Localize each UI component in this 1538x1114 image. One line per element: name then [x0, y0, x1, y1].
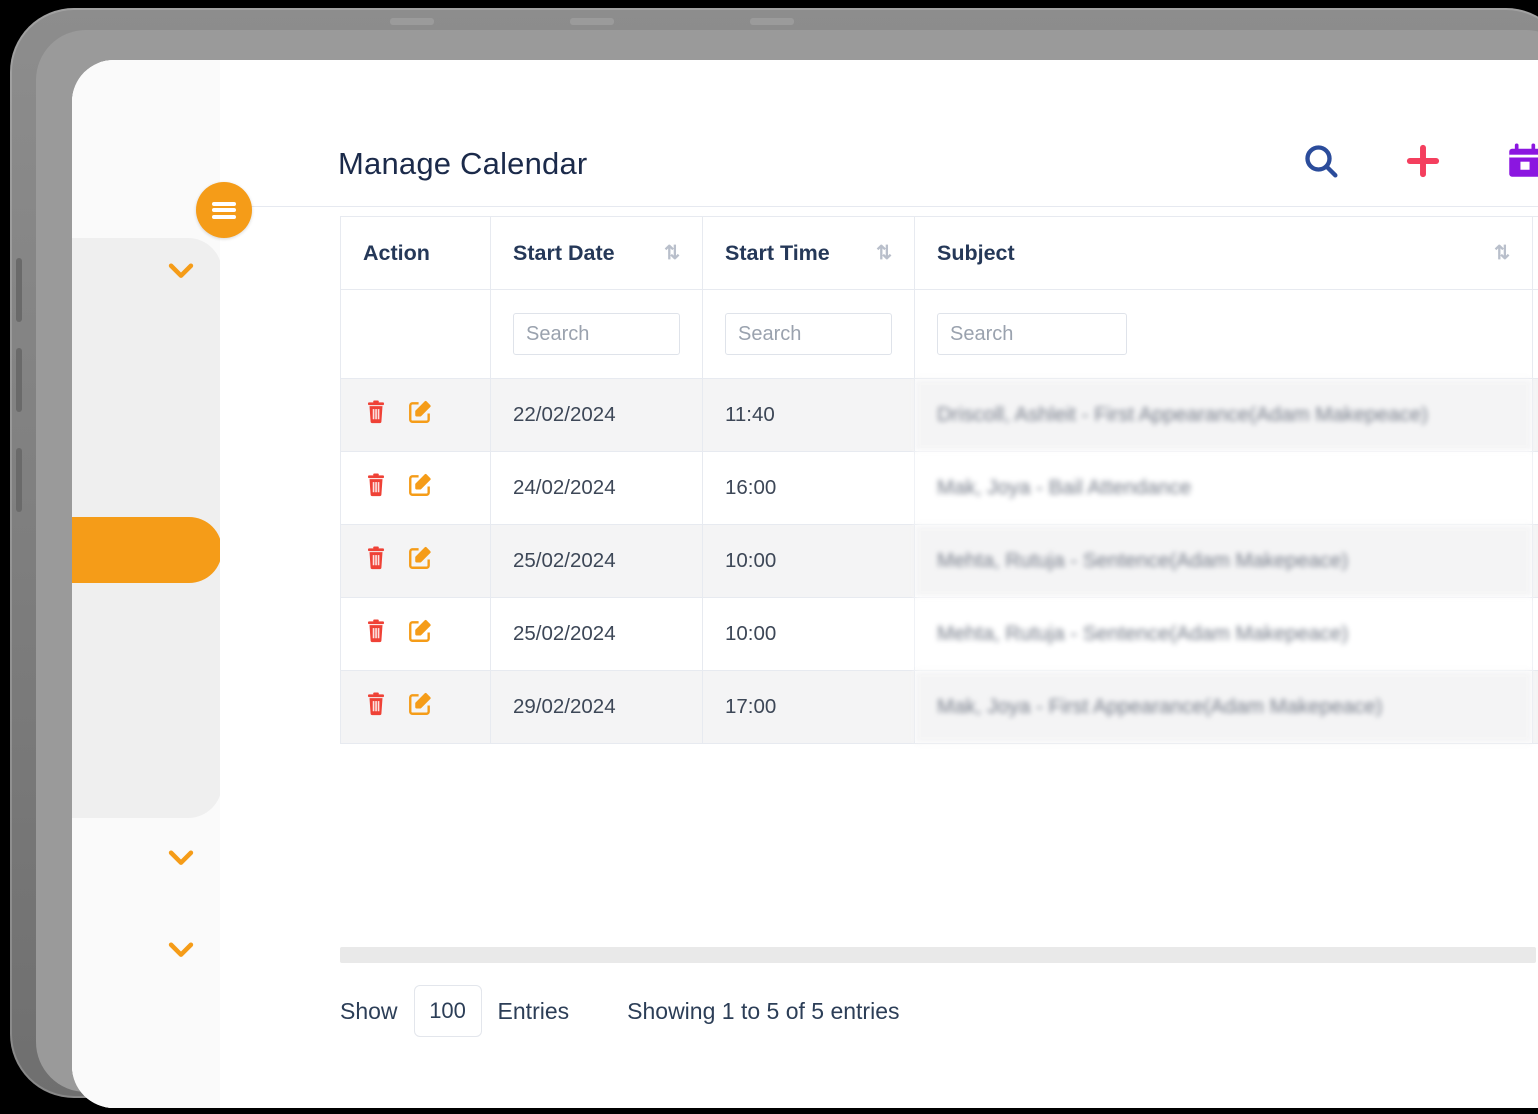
calendar-button[interactable]: [1502, 138, 1538, 184]
app-window: Manage Calendar: [72, 60, 1538, 1108]
cell-action: [341, 671, 491, 744]
page-header: Manage Calendar: [220, 60, 1538, 207]
edit-icon[interactable]: [407, 618, 433, 650]
show-label: Show: [340, 998, 398, 1025]
cell-subject: Mak, Joya - First Appearance(Adam Makepe…: [915, 671, 1533, 744]
column-header-action[interactable]: Action: [341, 217, 491, 290]
cell-action: [341, 452, 491, 525]
cell-start-date: 24/02/2024: [491, 452, 703, 525]
power-button[interactable]: [16, 448, 22, 512]
cell-location: Co: [1533, 598, 1538, 671]
delete-icon[interactable]: [363, 472, 389, 504]
volume-button[interactable]: [16, 348, 22, 412]
cell-start-date: 22/02/2024: [491, 379, 703, 452]
column-header-start-time[interactable]: Start Time ⇅: [703, 217, 915, 290]
sort-icon[interactable]: ⇅: [664, 244, 680, 263]
page-title: Manage Calendar: [338, 146, 587, 182]
table-row[interactable]: 25/02/2024 10:00 Mehta, Rutuja - Sentenc…: [341, 525, 1538, 598]
column-header-location[interactable]: L: [1533, 217, 1538, 290]
chevron-down-icon[interactable]: [164, 253, 198, 287]
bezel-speaker-notch: [390, 18, 434, 25]
cell-subject: Mak, Joya - Bail Attendance: [915, 452, 1533, 525]
tablet-screen: Manage Calendar: [72, 60, 1538, 1108]
column-label: Start Time: [725, 241, 830, 266]
column-label: Start Date: [513, 241, 615, 266]
sidebar-item-active[interactable]: [72, 517, 222, 583]
column-header-subject[interactable]: Subject ⇅: [915, 217, 1533, 290]
edit-icon[interactable]: [407, 399, 433, 431]
delete-icon[interactable]: [363, 618, 389, 650]
chevron-down-icon[interactable]: [164, 840, 198, 874]
sort-icon[interactable]: ⇅: [876, 244, 892, 263]
cell-start-date: 25/02/2024: [491, 598, 703, 671]
search-button[interactable]: [1298, 138, 1344, 184]
cell-start-time: 10:00: [703, 525, 915, 598]
cell-subject: Driscoll, Ashleit - First Appearance(Ada…: [915, 379, 1533, 452]
cell-start-time: 17:00: [703, 671, 915, 744]
cell-location: Co: [1533, 525, 1538, 598]
table-row[interactable]: 29/02/2024 17:00 Mak, Joya - First Appea…: [341, 671, 1538, 744]
cell-start-time: 11:40: [703, 379, 915, 452]
filter-cell-location: [1533, 290, 1538, 379]
edit-icon[interactable]: [407, 472, 433, 504]
edit-icon[interactable]: [407, 691, 433, 723]
hamburger-icon: [212, 199, 236, 221]
filter-input-start-date[interactable]: [513, 313, 680, 355]
sidebar-toggle-button[interactable]: [196, 182, 252, 238]
table-row[interactable]: 24/02/2024 16:00 Mak, Joya - Bail Attend…: [341, 452, 1538, 525]
table-body: 22/02/2024 11:40 Driscoll, Ashleit - Fir…: [341, 290, 1538, 744]
filter-cell-subject: [915, 290, 1533, 379]
table-header: Action Start Date ⇅: [341, 217, 1538, 290]
cell-location: Cr: [1533, 379, 1538, 452]
cell-action: [341, 379, 491, 452]
calendar-table-container: Action Start Date ⇅: [340, 216, 1538, 744]
cell-action: [341, 598, 491, 671]
chevron-down-icon[interactable]: [164, 932, 198, 966]
main-content: Manage Calendar: [220, 60, 1538, 1108]
table-header-row: Action Start Date ⇅: [341, 217, 1538, 290]
sort-icon[interactable]: ⇅: [1494, 244, 1510, 263]
showing-entries-text: Showing 1 to 5 of 5 entries: [627, 998, 899, 1025]
screenshot-stage: Manage Calendar: [0, 0, 1538, 1114]
header-action-bar: [1298, 138, 1538, 184]
delete-icon[interactable]: [363, 399, 389, 431]
filter-input-subject[interactable]: [937, 313, 1127, 355]
filter-input-start-time[interactable]: [725, 313, 892, 355]
cell-location: Ha: [1533, 671, 1538, 744]
entries-label: Entries: [498, 998, 570, 1025]
cell-start-date: 25/02/2024: [491, 525, 703, 598]
column-label: Subject: [937, 241, 1015, 266]
column-label: Action: [363, 241, 430, 266]
table-row[interactable]: 22/02/2024 11:40 Driscoll, Ashleit - Fir…: [341, 379, 1538, 452]
cell-location: Ac: [1533, 452, 1538, 525]
entries-per-page-input[interactable]: 100: [414, 985, 482, 1037]
cell-start-time: 10:00: [703, 598, 915, 671]
table-footer: Show 100 Entries Showing 1 to 5 of 5 ent…: [340, 985, 899, 1037]
filter-cell-start-date: [491, 290, 703, 379]
tablet-frame: Manage Calendar: [10, 8, 1538, 1098]
tablet-inner-bezel: Manage Calendar: [36, 30, 1538, 1092]
table-filter-row: [341, 290, 1538, 379]
horizontal-scrollbar[interactable]: [340, 947, 1536, 963]
volume-button[interactable]: [16, 258, 22, 322]
bezel-speaker-notch: [570, 18, 614, 25]
table-row[interactable]: 25/02/2024 10:00 Mehta, Rutuja - Sentenc…: [341, 598, 1538, 671]
cell-subject: Mehta, Rutuja - Sentence(Adam Makepeace): [915, 525, 1533, 598]
filter-cell-action: [341, 290, 491, 379]
cell-action: [341, 525, 491, 598]
delete-icon[interactable]: [363, 691, 389, 723]
edit-icon[interactable]: [407, 545, 433, 577]
filter-cell-start-time: [703, 290, 915, 379]
add-button[interactable]: [1400, 138, 1446, 184]
cell-subject: Mehta, Rutuja - Sentence(Adam Makepeace): [915, 598, 1533, 671]
calendar-table: Action Start Date ⇅: [340, 216, 1538, 744]
cell-start-time: 16:00: [703, 452, 915, 525]
cell-start-date: 29/02/2024: [491, 671, 703, 744]
delete-icon[interactable]: [363, 545, 389, 577]
column-header-start-date[interactable]: Start Date ⇅: [491, 217, 703, 290]
bezel-speaker-notch: [750, 18, 794, 25]
